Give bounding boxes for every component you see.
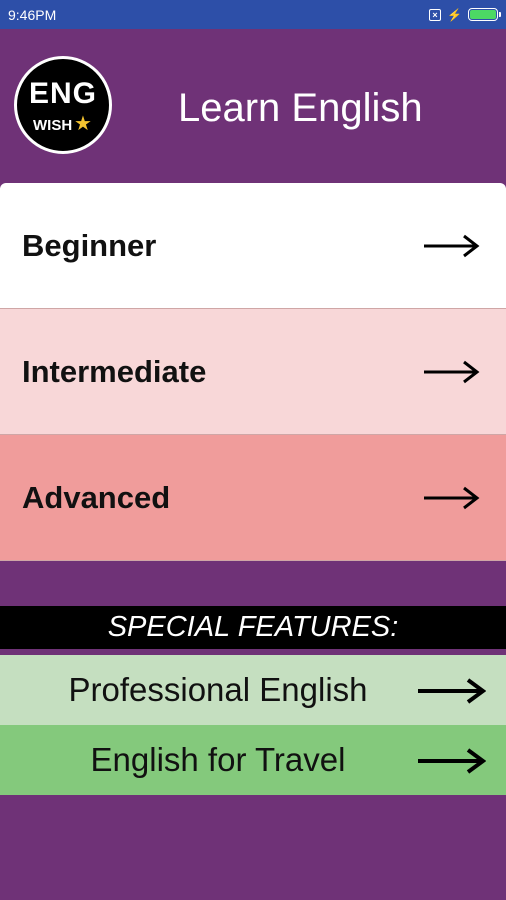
sim-icon: × [429,8,442,21]
level-label: Intermediate [22,353,207,389]
page-title: Learn English [178,86,423,130]
special-features-heading: SPECIAL FEATURES: [0,606,506,649]
arrow-right-icon [424,360,480,383]
arrow-right-icon [424,486,480,509]
status-bar: 9:46PM × ⚡ [0,0,506,29]
arrow-right-icon [424,234,480,257]
feature-list: Professional English English for Travel [0,655,506,795]
arrow-right-icon [418,748,486,774]
star-icon: ★ [74,113,92,135]
level-item-advanced[interactable]: Advanced [0,435,506,561]
arrow-right-icon [418,678,486,704]
feature-item-english-for-travel[interactable]: English for Travel [0,725,506,795]
level-list: Beginner Intermediate Advanced [0,183,506,561]
status-icons: × ⚡ [429,7,501,22]
feature-label: Professional English [68,671,368,708]
battery-icon [468,8,501,21]
status-time: 9:46PM [8,6,57,23]
level-item-intermediate[interactable]: Intermediate [0,309,506,435]
app-header: ENG WISH ★ Learn English [0,29,506,183]
level-label: Advanced [22,479,171,515]
level-item-beginner[interactable]: Beginner [0,183,506,309]
feature-item-professional-english[interactable]: Professional English [0,655,506,725]
logo-text-eng: ENG [28,77,97,110]
logo-text-wish: WISH [33,117,73,134]
charging-icon: ⚡ [447,7,462,22]
app-logo: ENG WISH ★ [14,56,112,154]
level-label: Beginner [22,227,157,263]
feature-label: English for Travel [90,741,346,778]
